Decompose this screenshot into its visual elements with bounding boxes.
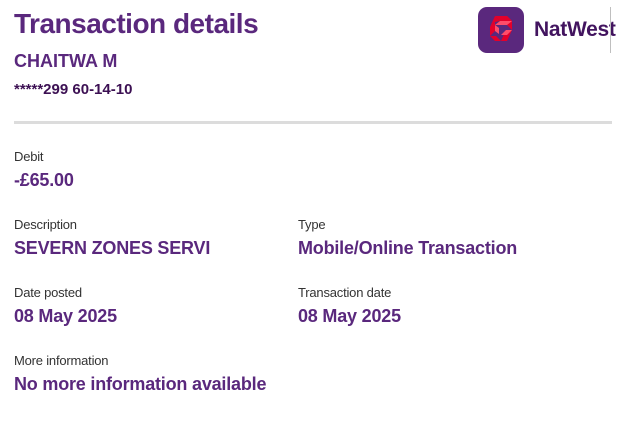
more-information-label: More information — [14, 353, 109, 368]
debit-amount: -£65.00 — [14, 170, 74, 190]
type-field: Type Mobile/Online Transaction — [298, 217, 517, 259]
description-label: Description — [14, 217, 77, 232]
description-value: SEVERN ZONES SERVI — [14, 238, 211, 258]
account-number-sort-code: *****299 60-14-10 — [14, 81, 133, 98]
type-label: Type — [298, 217, 326, 232]
brand-name: NatWest — [534, 18, 616, 41]
page-title: Transaction details — [14, 8, 259, 39]
account-holder-name: CHAITWA M — [14, 51, 118, 71]
transaction-date-value: 08 May 2025 — [298, 306, 401, 326]
transaction-details-page: Transaction details CHAITWA M *****299 6… — [14, 0, 616, 429]
debit-label: Debit — [14, 149, 44, 164]
date-posted-label: Date posted — [14, 285, 82, 300]
description-field: Description SEVERN ZONES SERVI — [14, 217, 210, 259]
type-value: Mobile/Online Transaction — [298, 238, 518, 258]
debit-field: Debit -£65.00 — [14, 149, 74, 191]
natwest-cubes-icon — [478, 7, 524, 53]
transaction-date-field: Transaction date 08 May 2025 — [298, 285, 401, 327]
more-information-value: No more information available — [14, 374, 267, 394]
transaction-date-label: Transaction date — [298, 285, 392, 300]
date-posted-value: 08 May 2025 — [14, 306, 117, 326]
logo-divider — [610, 7, 611, 53]
more-information-field: More information No more information ava… — [14, 353, 266, 395]
natwest-logo: NatWest — [478, 7, 616, 53]
date-posted-field: Date posted 08 May 2025 — [14, 285, 117, 327]
header-divider — [14, 121, 612, 124]
